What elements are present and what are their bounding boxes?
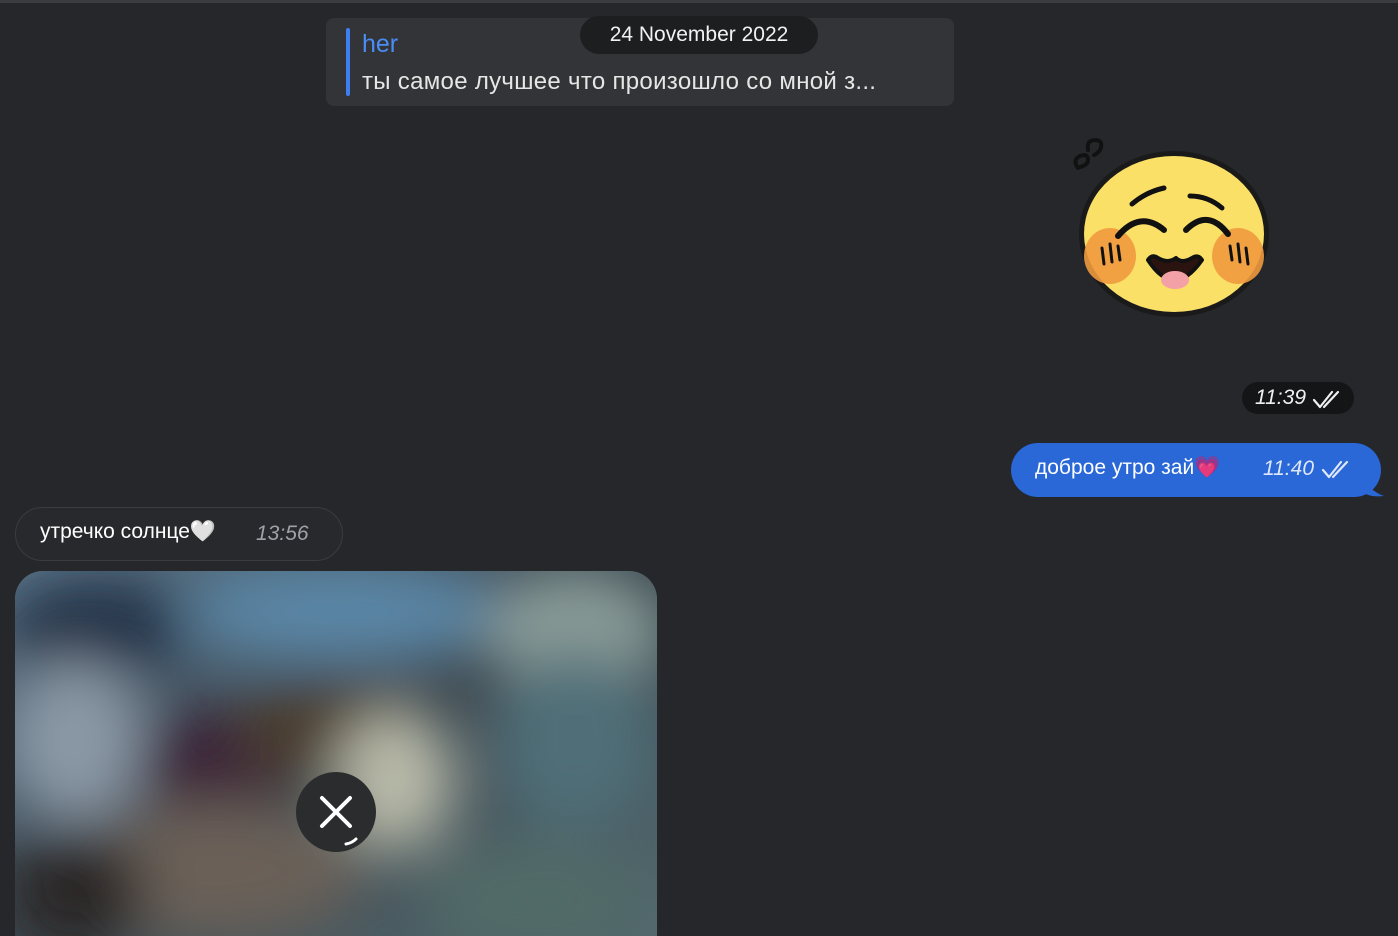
message-time: 11:40	[1263, 457, 1314, 480]
photo-message[interactable]	[15, 571, 657, 936]
cancel-download-icon	[320, 796, 358, 846]
double-check-icon	[1321, 460, 1353, 485]
chat-window: her ты самое лучшее что произошло со мно…	[0, 0, 1398, 936]
message-text: доброе утро зай💗	[1035, 456, 1221, 479]
reply-accent-bar	[346, 28, 350, 96]
sticker-time-badge: 11:39	[1242, 382, 1354, 414]
date-separator: 24 November 2022	[580, 16, 818, 54]
bubble-tail	[1360, 468, 1384, 497]
reply-author: her	[362, 30, 399, 58]
message-time: 13:56	[256, 522, 309, 545]
reply-text: ты самое лучшее что произошло со мной з.…	[362, 68, 877, 95]
sticker-time: 11:39	[1255, 386, 1306, 409]
double-check-icon	[1312, 388, 1344, 420]
window-top-border	[0, 0, 1398, 3]
cancel-download-button[interactable]	[296, 772, 376, 852]
message-text: утречко солнце🤍	[40, 520, 217, 543]
incoming-message-bubble[interactable]: утречко солнце🤍 13:56	[15, 507, 343, 561]
blushing-emoji-sticker[interactable]	[1066, 130, 1278, 322]
outgoing-message-bubble[interactable]: доброе утро зай💗 11:40	[1011, 443, 1381, 497]
